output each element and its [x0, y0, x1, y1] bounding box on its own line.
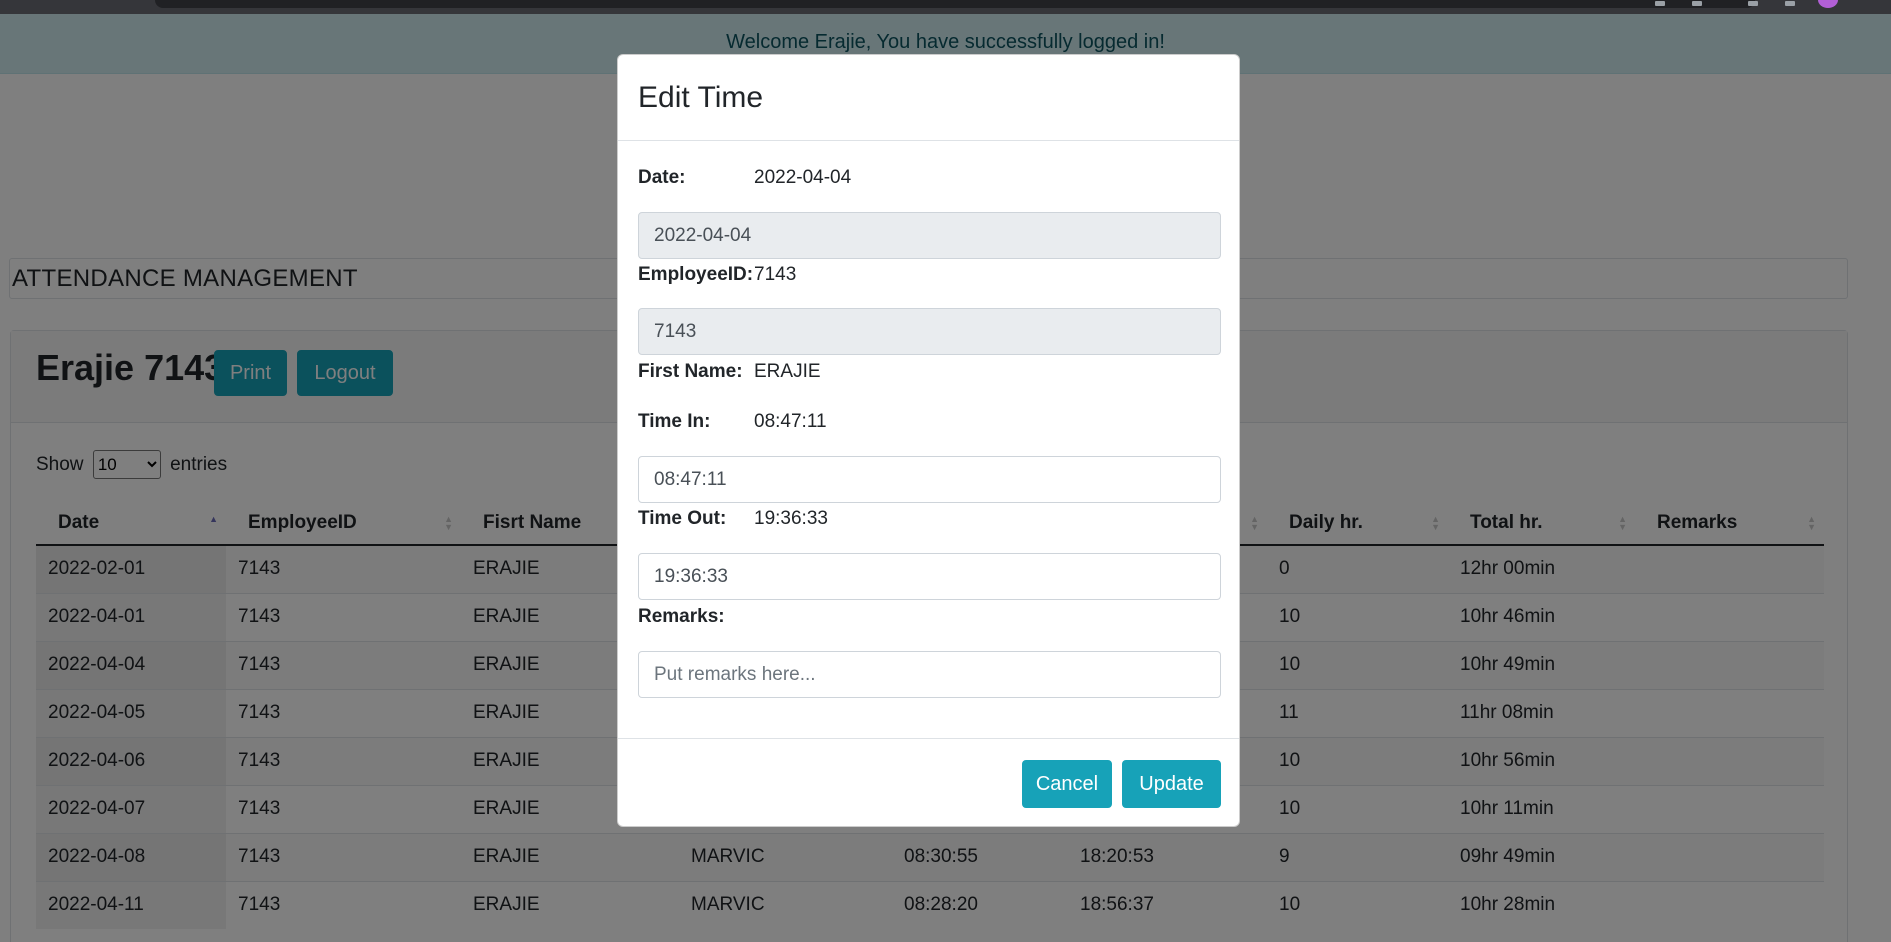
install-icon[interactable]: [1655, 1, 1665, 6]
update-button[interactable]: Update: [1122, 760, 1221, 808]
profile-avatar[interactable]: [1818, 0, 1838, 8]
edit-time-modal: Edit Time Date: 2022-04-04 EmployeeID: 7…: [617, 54, 1240, 827]
bookmark-star-icon[interactable]: [1692, 1, 1702, 6]
sidebar-icon[interactable]: [1785, 1, 1795, 6]
time-in-value: 08:47:11: [754, 411, 827, 432]
time-out-value: 19:36:33: [754, 508, 828, 529]
cancel-button[interactable]: Cancel: [1022, 760, 1112, 808]
employeeid-value: 7143: [754, 264, 797, 285]
remarks-input[interactable]: [638, 651, 1221, 698]
time-in-input[interactable]: [638, 456, 1221, 503]
modal-header: Edit Time: [618, 55, 1239, 141]
browser-toolbar: [0, 0, 1891, 14]
employeeid-label: EmployeeID:: [638, 264, 754, 285]
time-out-label: Time Out:: [638, 508, 727, 529]
extensions-icon[interactable]: [1748, 1, 1758, 6]
time-in-label: Time In:: [638, 411, 711, 432]
date-label: Date:: [638, 167, 686, 188]
address-bar[interactable]: [155, 0, 1755, 8]
first-name-label: First Name:: [638, 361, 743, 382]
employeeid-input[interactable]: [638, 308, 1221, 355]
remarks-label: Remarks:: [638, 606, 725, 627]
date-input[interactable]: [638, 212, 1221, 259]
modal-footer: [618, 738, 1239, 739]
time-out-input[interactable]: [638, 553, 1221, 600]
first-name-value: ERAJIE: [754, 361, 821, 382]
date-value: 2022-04-04: [754, 167, 852, 188]
modal-title: Edit Time: [638, 81, 764, 114]
